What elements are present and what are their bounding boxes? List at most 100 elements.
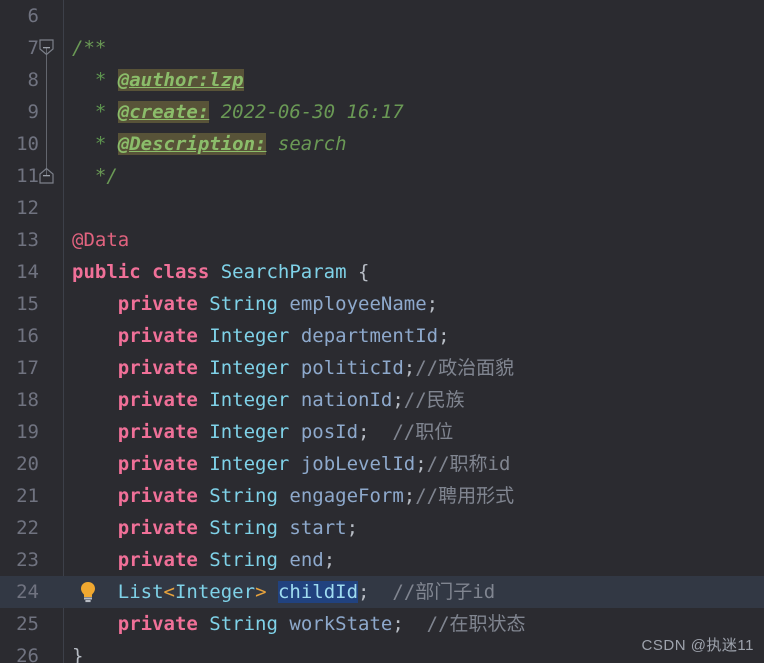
code-token: private bbox=[117, 453, 198, 475]
fold-rail bbox=[46, 128, 47, 160]
code-text[interactable]: private Integer departmentId; bbox=[72, 320, 450, 352]
code-line[interactable]: 19 private Integer posId; //职位 bbox=[0, 416, 764, 448]
code-text[interactable]: private String engageForm;//聘用形式 bbox=[72, 480, 514, 512]
code-text[interactable]: private Integer politicId;//政治面貌 bbox=[72, 352, 514, 384]
code-line[interactable]: 6 bbox=[0, 0, 764, 32]
code-token: //政治面貌 bbox=[415, 357, 515, 379]
code-token: private bbox=[117, 549, 198, 571]
code-token: public class bbox=[72, 261, 210, 283]
code-token: * bbox=[72, 101, 118, 123]
line-number: 19 bbox=[16, 421, 39, 443]
line-number: 15 bbox=[16, 293, 39, 315]
code-token: search bbox=[266, 133, 347, 155]
code-token: //职位 bbox=[380, 421, 454, 443]
code-token: ; bbox=[392, 389, 404, 411]
code-token: private bbox=[117, 421, 198, 443]
code-text[interactable]: private Integer posId; //职位 bbox=[72, 416, 453, 448]
fold-rail bbox=[46, 64, 47, 96]
code-text[interactable]: */ bbox=[72, 160, 118, 192]
code-token: employeeName bbox=[289, 293, 427, 315]
code-text[interactable]: private String start; bbox=[72, 512, 358, 544]
code-token: private bbox=[117, 389, 198, 411]
code-token: String bbox=[209, 517, 278, 539]
code-token: ; bbox=[346, 517, 359, 539]
code-token: @create: bbox=[117, 101, 210, 123]
code-line[interactable]: 9 * @create: 2022-06-30 16:17 bbox=[0, 96, 764, 128]
line-number: 14 bbox=[16, 261, 39, 283]
code-token: Integer bbox=[174, 581, 256, 603]
code-token: Integer bbox=[209, 357, 290, 379]
code-text[interactable]: } bbox=[72, 640, 83, 663]
code-token: @Data bbox=[72, 229, 130, 251]
code-text[interactable]: /** bbox=[72, 32, 106, 64]
line-number: 9 bbox=[27, 101, 39, 123]
code-line[interactable]: 20 private Integer jobLevelId;//职称id bbox=[0, 448, 764, 480]
code-text[interactable]: private Integer nationId;//民族 bbox=[72, 384, 465, 416]
code-token: //部门子id bbox=[380, 581, 496, 603]
code-token: private bbox=[117, 293, 198, 315]
code-line[interactable]: 12 bbox=[0, 192, 764, 224]
line-number: 22 bbox=[16, 517, 39, 539]
code-token: start bbox=[289, 517, 347, 539]
code-text[interactable]: private String workState; //在职状态 bbox=[72, 608, 526, 640]
line-number: 23 bbox=[16, 549, 39, 571]
fold-collapse-icon[interactable] bbox=[38, 39, 55, 56]
fold-end-icon[interactable] bbox=[38, 167, 55, 184]
code-token: String bbox=[209, 485, 278, 507]
code-token: private bbox=[117, 357, 198, 379]
code-text[interactable]: public class SearchParam { bbox=[72, 256, 369, 288]
code-token: */ bbox=[72, 165, 118, 187]
line-number: 18 bbox=[16, 389, 39, 411]
code-line[interactable]: 8 * @author:lzp bbox=[0, 64, 764, 96]
code-token: Integer bbox=[209, 325, 290, 347]
code-line[interactable]: 23 private String end; bbox=[0, 544, 764, 576]
line-number: 26 bbox=[16, 645, 39, 663]
code-line[interactable]: 13 @Data bbox=[0, 224, 764, 256]
code-text[interactable]: private String end; bbox=[72, 544, 335, 576]
code-line[interactable]: 15 private String employeeName; bbox=[0, 288, 764, 320]
code-line[interactable]: 17 private Integer politicId;//政治面貌 bbox=[0, 352, 764, 384]
code-text[interactable]: @Data bbox=[72, 224, 129, 256]
code-line[interactable]: 10 * @Description: search bbox=[0, 128, 764, 160]
code-text[interactable]: * @Description: search bbox=[72, 128, 347, 160]
code-line[interactable]: 21 private String engageForm;//聘用形式 bbox=[0, 480, 764, 512]
code-text[interactable]: private String employeeName; bbox=[72, 288, 438, 320]
code-token: private bbox=[117, 485, 198, 507]
code-token: SearchParam bbox=[220, 261, 347, 283]
code-line[interactable]: 14 public class SearchParam { bbox=[0, 256, 764, 288]
code-line[interactable]: 7 /** bbox=[0, 32, 764, 64]
line-number: 8 bbox=[27, 69, 39, 91]
code-line[interactable]: 24 List<Integer> childId; //部门子id bbox=[0, 576, 764, 608]
code-line[interactable]: 22 private String start; bbox=[0, 512, 764, 544]
line-number: 11 bbox=[16, 165, 39, 187]
code-token: < bbox=[163, 581, 175, 603]
code-text[interactable]: private Integer jobLevelId;//职称id bbox=[72, 448, 511, 480]
code-text[interactable]: * @create: 2022-06-30 16:17 bbox=[72, 96, 404, 128]
code-token: String bbox=[209, 613, 278, 635]
code-text[interactable]: * @author:lzp bbox=[72, 64, 244, 96]
code-line[interactable]: 11 */ bbox=[0, 160, 764, 192]
code-text[interactable]: List<Integer> childId; //部门子id bbox=[72, 576, 495, 608]
code-line[interactable]: 16 private Integer departmentId; bbox=[0, 320, 764, 352]
code-editor[interactable]: 6 7/** 8 * @author:lzp 9 * @create: 2022-06… bbox=[0, 0, 764, 663]
code-token: 2022-06-30 16:17 bbox=[209, 101, 404, 123]
code-line[interactable]: 18 private Integer nationId;//民族 bbox=[0, 384, 764, 416]
code-token: ; bbox=[403, 357, 416, 379]
code-lines[interactable]: 6 7/** 8 * @author:lzp 9 * @create: 2022-06… bbox=[0, 0, 764, 663]
line-number: 17 bbox=[16, 357, 39, 379]
